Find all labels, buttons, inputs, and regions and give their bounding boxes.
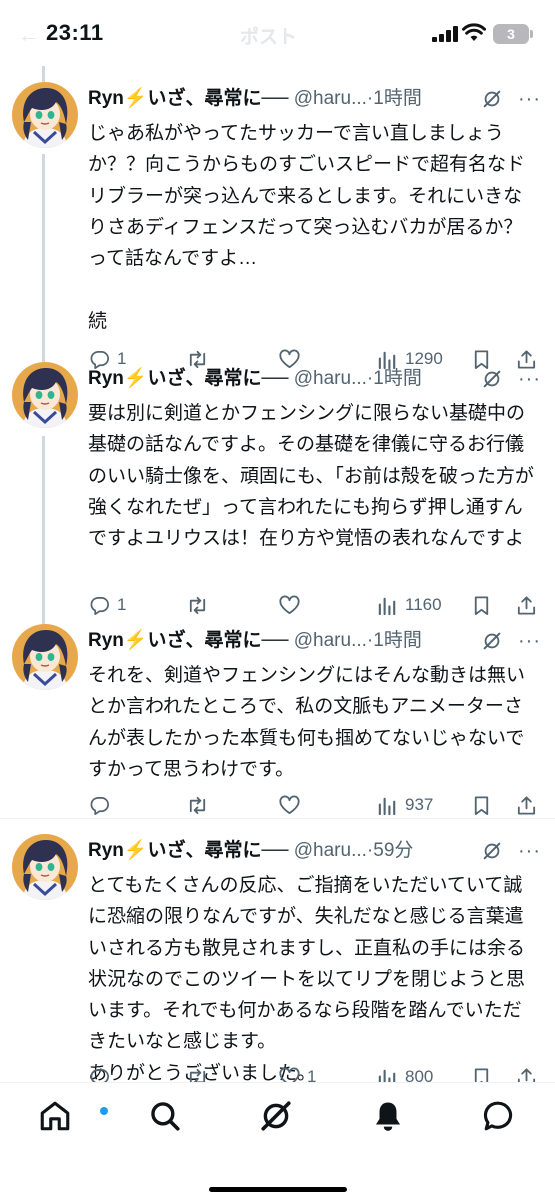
like-button[interactable] [278,790,307,820]
display-name[interactable]: Ryn⚡️いざ、尋常に── [88,368,288,389]
nav-grok[interactable] [259,1099,293,1133]
status-bar: ← 23:11 ポスト 3 [0,0,555,66]
tweet[interactable]: Ryn⚡️いざ、尋常に── @haru...·1時間 ··· 要は別に剣道とかフェン… [0,362,555,630]
avatar[interactable] [12,362,78,428]
repost-button[interactable] [186,790,215,820]
grok-icon[interactable] [481,630,503,652]
search-icon [151,1102,180,1131]
nav-search[interactable] [148,1099,182,1133]
avatar[interactable] [12,82,78,148]
avatar[interactable] [12,834,78,900]
username[interactable]: @haru... [294,840,367,861]
messages-icon [483,1101,513,1131]
analytics-icon [376,594,399,617]
reply-icon [88,794,111,817]
display-name[interactable]: Ryn⚡️いざ、尋常に── [88,630,288,651]
replies-count: 1 [117,595,127,614]
username[interactable]: @haru... [294,368,367,389]
timestamp[interactable]: 1時間 [373,368,422,389]
divider [0,818,555,819]
battery-tip [530,30,533,38]
more-options-icon[interactable]: ··· [518,626,541,656]
share-button[interactable] [515,590,538,620]
back-arrow-icon[interactable]: ← [18,22,40,48]
grok-icon[interactable] [481,840,503,862]
analytics-icon [376,794,399,817]
timestamp[interactable]: 1時間 [373,630,422,651]
more-options-icon[interactable]: ··· [518,364,541,394]
nav-notifications[interactable] [371,1099,405,1133]
views-count: 1160 [405,595,442,614]
repost-button[interactable] [186,590,215,620]
grok-icon[interactable] [481,368,503,390]
tweet-text: 要は別に剣道とかフェンシングに限らない基礎中の基礎の話なんですよ。その基礎を律儀… [88,403,534,550]
reply-icon [88,594,111,617]
tweet-header: Ryn⚡️いざ、尋常に── @haru...·1時間 ··· [88,84,543,114]
share-button[interactable] [515,790,538,820]
views-count: 937 [405,795,434,814]
tweet-text: とてもたくさんの反応、ご指摘をいただいていて誠に恐縮の限りなんですが、失礼だなと… [88,875,526,1084]
grok-icon [261,1101,291,1131]
repost-icon [186,594,209,617]
avatar[interactable] [12,624,78,690]
share-icon [515,794,538,817]
username[interactable]: @haru... [294,88,367,109]
views-button[interactable]: 937 [376,790,433,820]
reply-button[interactable]: 1 [88,590,126,620]
tweet[interactable]: Ryn⚡️いざ、尋常に── @haru...·1時間 ··· じゃあ私がやってたサッ… [0,82,555,384]
thread-line [42,66,45,82]
repost-icon [186,794,209,817]
bookmark-icon [470,594,493,617]
nav-messages[interactable] [482,1099,516,1133]
tweet[interactable]: Ryn⚡️いざ、尋常に── @haru...·59分 ··· とてもたくさんの反応、… [0,834,555,1102]
cellular-signal-icon [432,26,458,42]
more-options-icon[interactable]: ··· [518,84,541,114]
home-icon [40,1101,70,1131]
bookmark-button[interactable] [470,790,493,820]
tweet-actions: 937 [88,790,548,820]
battery-indicator: 3 [493,24,529,44]
notifications-icon [375,1102,401,1131]
tweet-actions: 1 1160 [88,590,548,620]
bottom-nav [0,1082,555,1200]
timestamp[interactable]: 1時間 [373,88,422,109]
wifi-icon [462,23,486,41]
more-options-icon[interactable]: ··· [518,836,541,866]
heart-icon [278,794,301,817]
username[interactable]: @haru... [294,630,367,651]
status-time: 23:11 [46,20,104,45]
tweet[interactable]: Ryn⚡️いざ、尋常に── @haru...·1時間 ··· それを、剣道やフェンシ… [0,624,555,830]
nav-home[interactable] [38,1099,108,1133]
home-indicator [209,1187,347,1192]
display-name[interactable]: Ryn⚡️いざ、尋常に── [88,840,288,861]
tweet-text: じゃあ私がやってたサッカーで言い直しましょうか？？向こうからものすごいスピードで… [88,123,526,332]
display-name[interactable]: Ryn⚡️いざ、尋常に── [88,88,288,109]
views-button[interactable]: 1160 [376,590,442,620]
notification-dot [100,1107,108,1115]
heart-icon [278,594,301,617]
timestamp[interactable]: 59分 [373,840,413,861]
tweet-text: それを、剣道やフェンシングにはそんな動きは無いとか言われたところで、私の文脈もア… [88,665,526,780]
tweet-header: Ryn⚡️いざ、尋常に── @haru...·1時間 ··· [88,626,543,656]
page-title: ポスト [240,27,298,48]
share-icon [515,594,538,617]
reply-button[interactable] [88,790,117,820]
bookmark-button[interactable] [470,590,493,620]
bookmark-icon [470,794,493,817]
tweet-header: Ryn⚡️いざ、尋常に── @haru...·1時間 ··· [88,364,543,394]
grok-icon[interactable] [481,88,503,110]
like-button[interactable] [278,590,307,620]
tweet-header: Ryn⚡️いざ、尋常に── @haru...·59分 ··· [88,836,543,866]
